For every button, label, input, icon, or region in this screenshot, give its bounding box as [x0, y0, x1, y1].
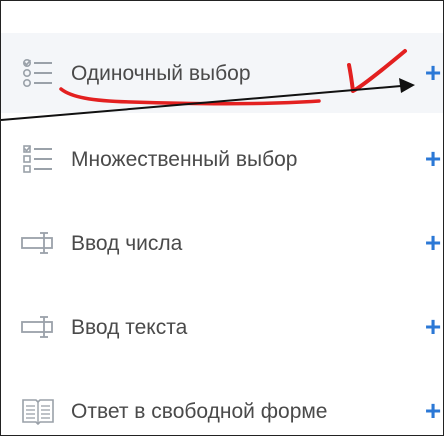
single-choice-list-icon [21, 58, 55, 88]
add-question-button[interactable]: + [423, 313, 443, 341]
question-type-label: Множественный выбор [71, 147, 298, 171]
question-type-label: Одиночный выбор [71, 61, 251, 85]
free-form-answer-icon [21, 396, 55, 426]
add-question-button[interactable]: + [423, 397, 443, 425]
question-type-multiple-choice[interactable]: Множественный выбор + [1, 119, 443, 199]
add-question-button[interactable]: + [423, 59, 443, 87]
text-input-icon [21, 312, 55, 342]
question-type-number-input[interactable]: Ввод числа + [1, 203, 443, 283]
question-type-label: Ввод числа [71, 231, 183, 255]
number-input-icon [21, 228, 55, 258]
question-type-free-form[interactable]: Ответ в свободной форме + [1, 371, 443, 435]
question-type-text-input[interactable]: Ввод текста + [1, 287, 443, 367]
question-type-panel: Одиночный выбор + Множественный выбор + [0, 0, 444, 436]
add-question-button[interactable]: + [423, 145, 443, 173]
question-type-label: Ответ в свободной форме [71, 399, 328, 423]
question-type-single-choice[interactable]: Одиночный выбор + [1, 33, 443, 113]
question-type-label: Ввод текста [71, 315, 188, 339]
multiple-choice-list-icon [21, 144, 55, 174]
add-question-button[interactable]: + [423, 229, 443, 257]
